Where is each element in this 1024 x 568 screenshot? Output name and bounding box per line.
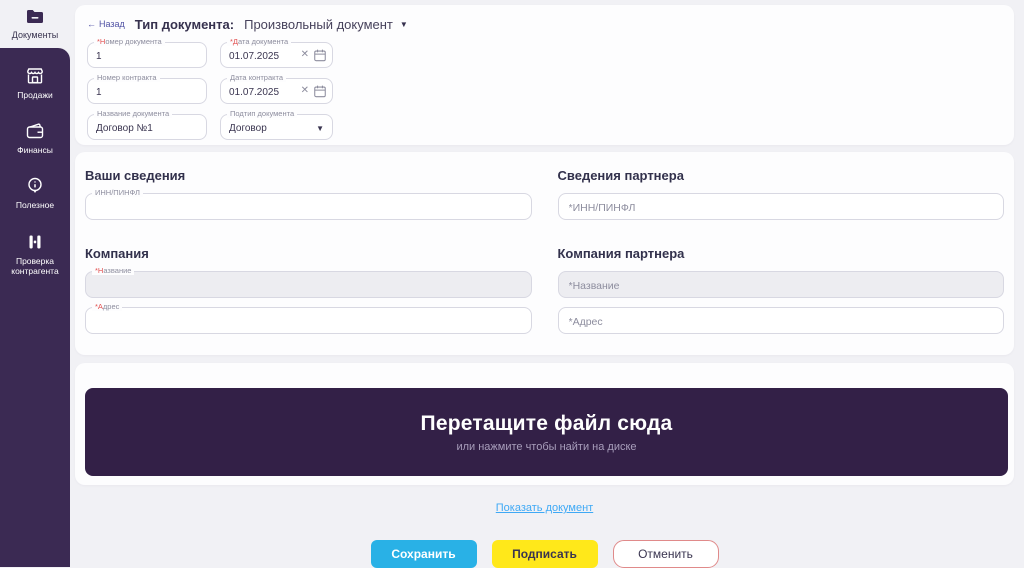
doc-subtype-value: Договор — [229, 122, 267, 134]
doc-number-label: *Номер документа — [94, 38, 165, 46]
sales-store-icon — [27, 68, 43, 84]
useful-info-icon — [28, 178, 42, 194]
contract-date-field: Дата контракта ✕ — [220, 74, 333, 104]
clear-icon[interactable]: ✕ — [301, 84, 309, 98]
doc-subtype-label: Подтип документа — [227, 110, 298, 118]
back-link[interactable]: ← Назад — [87, 19, 125, 29]
partner-company-title: Компания партнера — [557, 246, 685, 261]
main-content: ← Назад Тип документа: Произвольный доку… — [70, 0, 1024, 568]
document-type-dropdown[interactable]: Произвольный документ ▼ — [244, 17, 408, 32]
chevron-down-icon: ▼ — [316, 123, 324, 133]
sidebar-item-sales[interactable]: Продажи — [0, 60, 70, 106]
sidebar-item-label: Продажи — [17, 90, 53, 100]
company-name-field: *Название — [85, 267, 532, 298]
document-type-label: Тип документа: — [134, 16, 235, 32]
file-dropzone[interactable]: Перетащите файл сюда или нажмите чтобы н… — [85, 388, 1008, 476]
company-address-input[interactable] — [85, 307, 532, 334]
document-type-card: ← Назад Тип документа: Произвольный доку… — [75, 5, 1014, 145]
partner-inn-field — [557, 193, 1004, 220]
finance-wallet-icon — [26, 123, 44, 139]
back-link-label: Назад — [99, 19, 125, 29]
partner-details-column: Сведения партнера Компания партнера — [557, 168, 1004, 355]
sidebar-item-useful[interactable]: Полезное — [0, 170, 70, 216]
show-document-link[interactable]: Показать документ — [496, 502, 593, 514]
your-inn-input[interactable] — [85, 193, 532, 220]
action-buttons: Сохранить Подписать Отменить — [75, 540, 1014, 568]
company-name-input — [85, 271, 532, 298]
app: { "sidebar": { "items": [ { "label": "До… — [0, 0, 1024, 568]
dropzone-title: Перетащите файл сюда — [420, 411, 673, 435]
sidebar-item-label: Финансы — [17, 145, 53, 156]
sidebar: Документы Продажи Финансы Полезное Прове… — [0, 0, 70, 567]
document-fields-grid: *Номер документа *Дата документа ✕ Номер… — [87, 38, 1002, 140]
form-header: ← Назад Тип документа: Произвольный доку… — [87, 13, 1002, 35]
partner-address-input[interactable] — [557, 307, 1004, 334]
your-info-title: Ваши сведения — [85, 168, 186, 183]
doc-number-field: *Номер документа — [87, 38, 207, 68]
sign-button[interactable]: Подписать — [491, 540, 598, 568]
partner-inn-input[interactable] — [557, 193, 1004, 220]
dropzone-subtitle: или нажмите чтобы найти на диске — [456, 440, 637, 453]
doc-name-field: Название документа — [87, 110, 207, 140]
footer: Показать документ Сохранить Подписать От… — [75, 498, 1014, 568]
upload-card: Перетащите файл сюда или нажмите чтобы н… — [75, 363, 1014, 485]
your-inn-field: ИНН/ПИНФЛ — [85, 189, 532, 220]
documents-folder-icon — [27, 10, 43, 24]
doc-subtype-field: Договор ▼ Подтип документа — [220, 110, 333, 140]
contract-number-label: Номер контракта — [94, 74, 160, 82]
sidebar-item-label: Документы — [11, 30, 59, 41]
cancel-button[interactable]: Отменить — [612, 540, 719, 568]
chevron-down-icon: ▼ — [399, 19, 408, 29]
sidebar-item-finance[interactable]: Финансы — [0, 115, 70, 161]
calendar-icon[interactable] — [313, 84, 327, 98]
partner-info-title: Сведения партнера — [557, 168, 684, 183]
company-address-field: *Адрес — [85, 303, 532, 334]
company-title: Компания — [85, 246, 149, 261]
doc-name-label: Название документа — [94, 110, 173, 118]
back-arrow-icon: ← — [87, 19, 96, 29]
partner-address-field — [557, 307, 1004, 334]
partner-name-input — [557, 271, 1004, 298]
doc-date-field: *Дата документа ✕ — [220, 38, 333, 68]
sidebar-item-counterparty-check[interactable]: Проверка контрагента — [0, 226, 70, 282]
clear-icon[interactable]: ✕ — [301, 48, 309, 62]
sidebar-item-label: Полезное — [15, 200, 55, 211]
contract-date-label: Дата контракта — [227, 74, 287, 82]
save-button[interactable]: Сохранить — [370, 540, 477, 568]
document-type-value: Произвольный документ — [244, 16, 393, 32]
calendar-icon[interactable] — [313, 48, 327, 62]
company-address-label: *Адрес — [92, 303, 123, 311]
partner-name-field — [557, 271, 1004, 298]
contract-number-field: Номер контракта — [87, 74, 207, 104]
details-card: Ваши сведения ИНН/ПИНФЛ Компания *Назван… — [75, 152, 1014, 355]
your-inn-label: ИНН/ПИНФЛ — [92, 189, 143, 197]
counterparty-check-icon — [29, 235, 41, 249]
sidebar-item-label: Проверка контрагента — [11, 255, 59, 276]
doc-date-label: *Дата документа — [227, 38, 292, 46]
sidebar-item-documents[interactable]: Документы — [0, 0, 70, 48]
company-name-label: *Название — [92, 267, 135, 275]
sidebar-nav: Продажи Финансы Полезное Проверка контра… — [0, 48, 70, 567]
your-details-column: Ваши сведения ИНН/ПИНФЛ Компания *Назван… — [85, 168, 532, 355]
